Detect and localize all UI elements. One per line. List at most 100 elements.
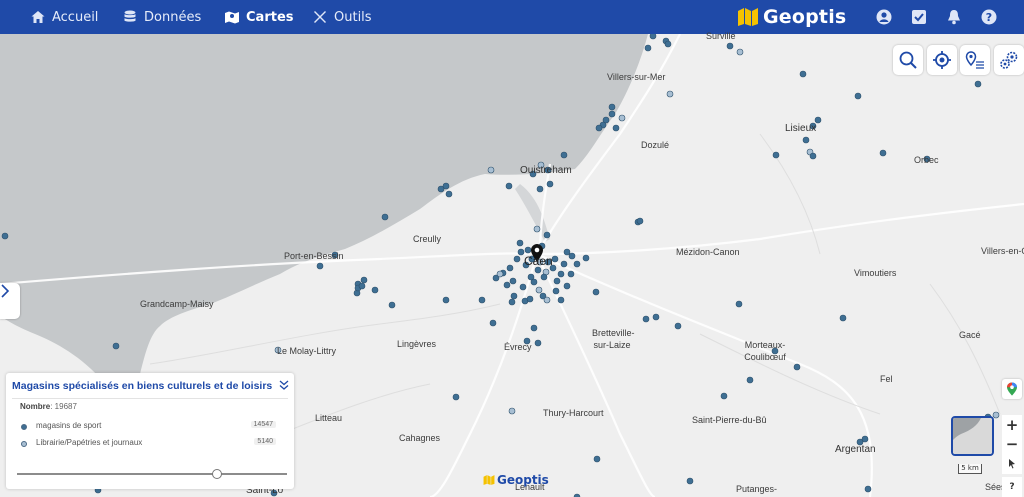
point-sport[interactable] bbox=[595, 124, 603, 132]
point-librairie[interactable] bbox=[487, 166, 495, 174]
point-sport[interactable] bbox=[567, 270, 575, 278]
point-sport[interactable] bbox=[540, 273, 548, 281]
point-sport[interactable] bbox=[360, 276, 368, 284]
point-sport[interactable] bbox=[526, 295, 534, 303]
point-sport[interactable] bbox=[534, 339, 542, 347]
point-sport[interactable] bbox=[1, 232, 9, 240]
point-sport[interactable] bbox=[381, 213, 389, 221]
point-sport[interactable] bbox=[746, 376, 754, 384]
point-sport[interactable] bbox=[686, 477, 694, 485]
nav-accueil[interactable]: Accueil bbox=[30, 0, 98, 34]
point-sport[interactable] bbox=[720, 392, 728, 400]
opacity-slider-track[interactable] bbox=[17, 473, 287, 475]
point-sport[interactable] bbox=[573, 260, 581, 268]
point-sport[interactable] bbox=[568, 252, 576, 260]
point-sport[interactable] bbox=[642, 315, 650, 323]
point-sport[interactable] bbox=[879, 149, 887, 157]
point-sport[interactable] bbox=[861, 435, 869, 443]
tasks-icon[interactable] bbox=[910, 8, 928, 26]
point-sport[interactable] bbox=[864, 485, 872, 493]
point-sport[interactable] bbox=[974, 80, 982, 88]
collapse-chevron-icon[interactable] bbox=[277, 378, 291, 392]
point-librairie[interactable] bbox=[992, 411, 1000, 419]
point-sport[interactable] bbox=[563, 282, 571, 290]
point-sport[interactable] bbox=[510, 292, 518, 300]
brand-logo[interactable]: Geoptis bbox=[737, 4, 846, 30]
point-sport[interactable] bbox=[509, 277, 517, 285]
point-sport[interactable] bbox=[112, 342, 120, 350]
point-sport[interactable] bbox=[503, 281, 511, 289]
point-sport[interactable] bbox=[793, 363, 801, 371]
point-sport[interactable] bbox=[652, 313, 660, 321]
point-librairie[interactable] bbox=[535, 286, 543, 294]
point-sport[interactable] bbox=[854, 92, 862, 100]
nav-donnees[interactable]: Données bbox=[122, 0, 201, 34]
point-sport[interactable] bbox=[839, 314, 847, 322]
search-button[interactable] bbox=[893, 45, 923, 75]
point-sport[interactable] bbox=[505, 182, 513, 190]
point-sport[interactable] bbox=[452, 393, 460, 401]
point-sport[interactable] bbox=[519, 283, 527, 291]
legend-item-sport[interactable]: magasins de sport 14547 bbox=[20, 420, 276, 434]
point-librairie[interactable] bbox=[618, 114, 626, 122]
point-sport[interactable] bbox=[524, 246, 532, 254]
point-sport[interactable] bbox=[536, 185, 544, 193]
point-sport[interactable] bbox=[664, 40, 672, 48]
point-librairie[interactable] bbox=[736, 48, 744, 56]
zoom-in-button[interactable]: + bbox=[1002, 415, 1022, 435]
point-sport[interactable] bbox=[560, 151, 568, 159]
point-sport[interactable] bbox=[674, 322, 682, 330]
legend-item-librairie[interactable]: Librairie/Papétries et journaux 5140 bbox=[20, 437, 276, 451]
point-librairie[interactable] bbox=[533, 225, 541, 233]
point-sport[interactable] bbox=[592, 288, 600, 296]
help-icon[interactable]: ? bbox=[980, 8, 998, 26]
point-sport[interactable] bbox=[552, 287, 560, 295]
point-sport[interactable] bbox=[508, 298, 516, 306]
point-sport[interactable] bbox=[608, 110, 616, 118]
point-sport[interactable] bbox=[445, 190, 453, 198]
point-sport[interactable] bbox=[551, 255, 559, 263]
point-sport[interactable] bbox=[530, 324, 538, 332]
nav-cartes[interactable]: Cartes bbox=[224, 0, 294, 34]
map-help-button[interactable]: ? bbox=[1002, 477, 1022, 497]
point-sport[interactable] bbox=[649, 34, 657, 40]
point-sport[interactable] bbox=[726, 42, 734, 50]
opacity-slider-thumb[interactable] bbox=[212, 469, 222, 479]
point-librairie[interactable] bbox=[508, 407, 516, 415]
point-sport[interactable] bbox=[593, 455, 601, 463]
point-sport[interactable] bbox=[371, 286, 379, 294]
street-view-button[interactable] bbox=[1002, 454, 1022, 474]
point-sport[interactable] bbox=[358, 282, 366, 290]
point-sport[interactable] bbox=[516, 239, 524, 247]
point-sport[interactable] bbox=[582, 254, 590, 262]
point-sport[interactable] bbox=[612, 124, 620, 132]
point-sport[interactable] bbox=[506, 264, 514, 272]
minimap[interactable] bbox=[951, 416, 994, 456]
point-sport[interactable] bbox=[316, 262, 324, 270]
google-maps-button[interactable] bbox=[1002, 379, 1022, 399]
locate-button[interactable] bbox=[927, 45, 957, 75]
zoom-out-button[interactable]: − bbox=[1002, 434, 1022, 454]
point-sport[interactable] bbox=[802, 136, 810, 144]
pin-list-button[interactable] bbox=[960, 45, 990, 75]
point-sport[interactable] bbox=[608, 103, 616, 111]
user-icon[interactable] bbox=[875, 8, 893, 26]
point-librairie[interactable] bbox=[666, 90, 674, 98]
point-sport[interactable] bbox=[489, 319, 497, 327]
point-sport[interactable] bbox=[478, 296, 486, 304]
point-sport[interactable] bbox=[560, 260, 568, 268]
point-sport[interactable] bbox=[442, 296, 450, 304]
open-side-panel-button[interactable] bbox=[0, 283, 20, 319]
point-librairie[interactable] bbox=[496, 270, 504, 278]
point-sport[interactable] bbox=[799, 70, 807, 78]
point-sport[interactable] bbox=[644, 44, 652, 52]
point-sport[interactable] bbox=[388, 301, 396, 309]
bell-icon[interactable] bbox=[945, 8, 963, 26]
point-sport[interactable] bbox=[636, 217, 644, 225]
point-sport[interactable] bbox=[543, 231, 551, 239]
point-sport[interactable] bbox=[513, 255, 521, 263]
point-sport[interactable] bbox=[557, 296, 565, 304]
point-sport[interactable] bbox=[772, 151, 780, 159]
point-sport[interactable] bbox=[442, 182, 450, 190]
point-sport[interactable] bbox=[735, 300, 743, 308]
